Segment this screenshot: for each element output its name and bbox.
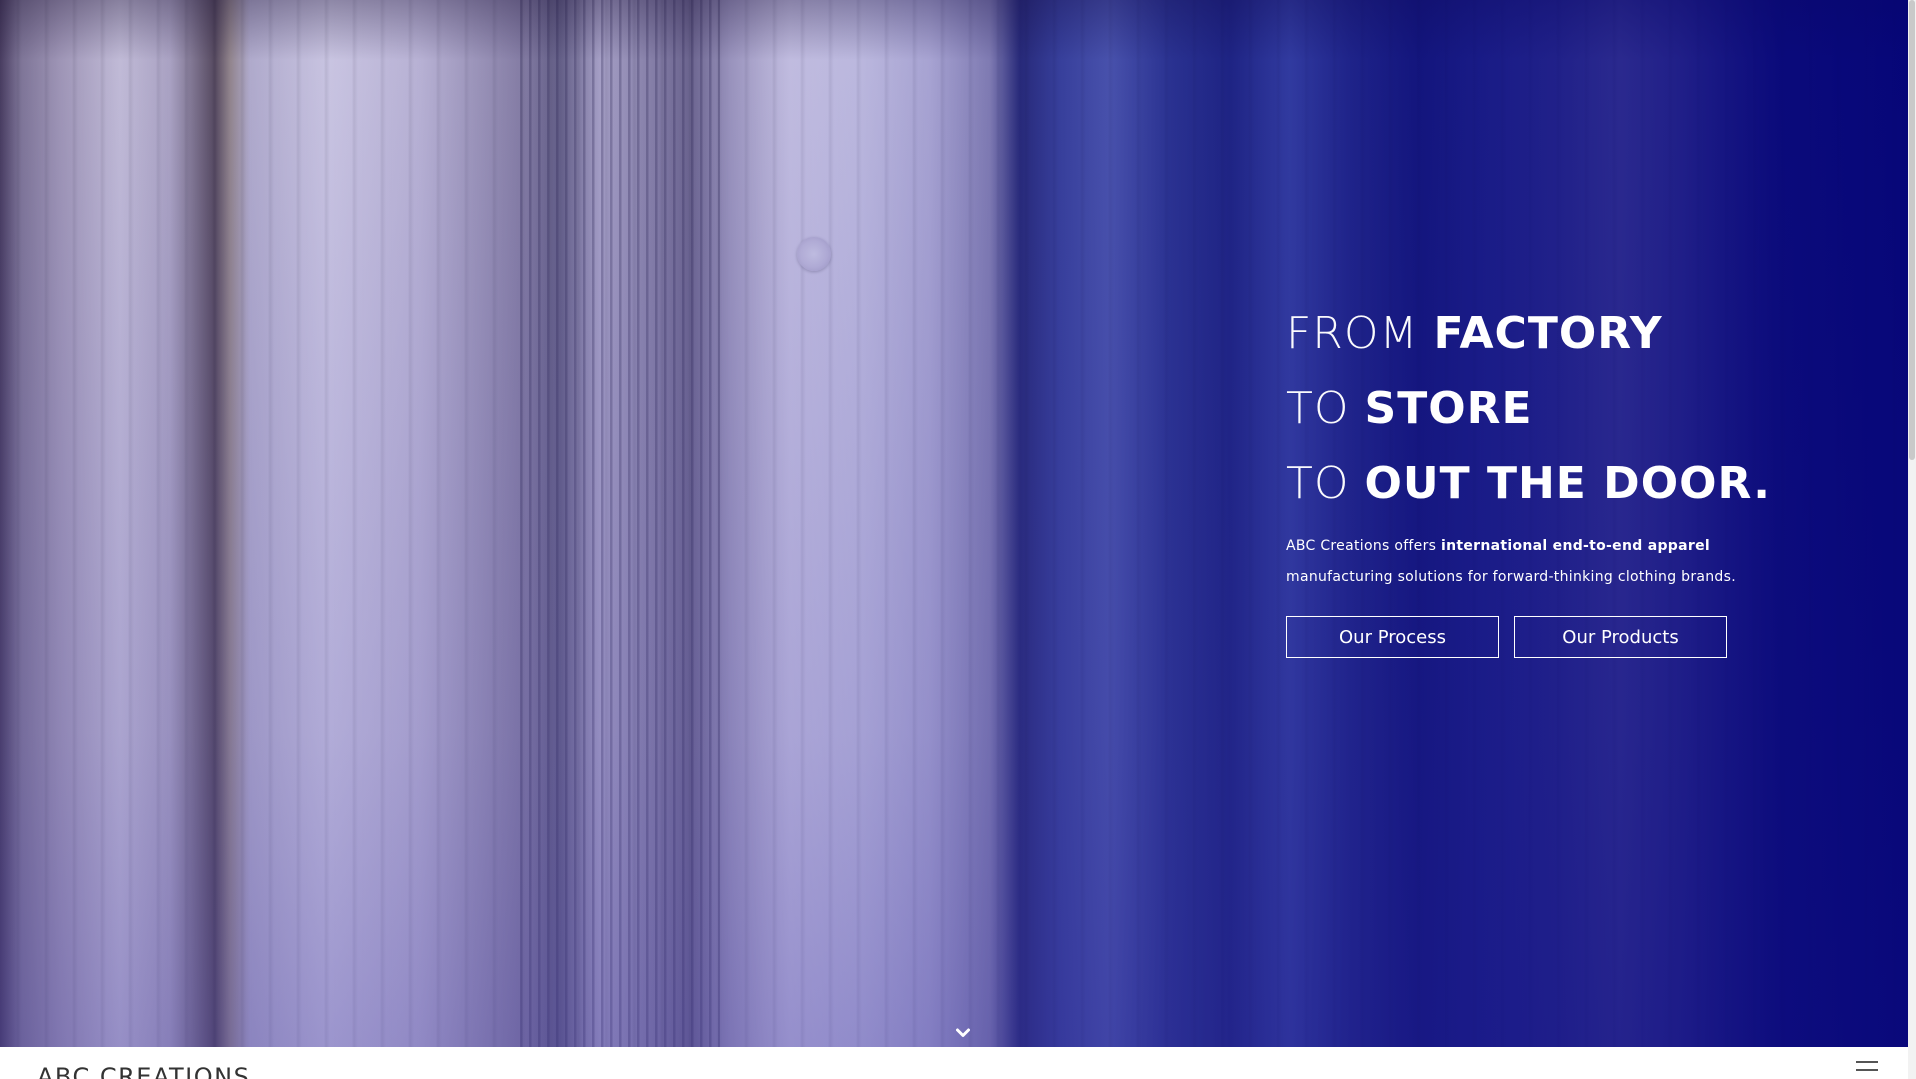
hero-section: FROM FACTORY TO STORE TO OUT THE DOOR. A…: [0, 0, 1908, 1047]
our-products-button[interactable]: Our Products: [1514, 616, 1727, 658]
menu-line: [1856, 1069, 1878, 1071]
cta-row: Our Process Our Products: [1286, 616, 1806, 658]
page-scrollbar[interactable]: [1908, 0, 1916, 1079]
brand-logo-text[interactable]: ABC CREATIONS: [37, 1063, 250, 1079]
headline-line-3: TO OUT THE DOOR.: [1286, 446, 1806, 521]
tagline-suffix: manufacturing solutions for forward-thin…: [1286, 569, 1736, 585]
site-header: ABC CREATIONS: [0, 1047, 1908, 1079]
hero-tagline: ABC Creations offers international end-t…: [1286, 531, 1806, 593]
headline-line-2-light: TO: [1286, 383, 1365, 434]
hamburger-menu-icon[interactable]: [1856, 1061, 1878, 1079]
headline-line-2: TO STORE: [1286, 371, 1806, 446]
hero-headline: FROM FACTORY TO STORE TO OUT THE DOOR.: [1286, 296, 1806, 521]
hero-copy: FROM FACTORY TO STORE TO OUT THE DOOR. A…: [1286, 296, 1806, 658]
headline-line-1-light: FROM: [1286, 308, 1434, 359]
tagline-prefix: ABC Creations offers: [1286, 538, 1441, 554]
scrollbar-thumb[interactable]: [1909, 0, 1915, 460]
headline-line-3-strong: OUT THE DOOR.: [1364, 458, 1771, 509]
menu-line: [1856, 1061, 1878, 1063]
headline-line-1: FROM FACTORY: [1286, 296, 1806, 371]
headline-line-1-strong: FACTORY: [1433, 308, 1663, 359]
our-process-button[interactable]: Our Process: [1286, 616, 1499, 658]
headline-line-3-light: TO: [1286, 458, 1365, 509]
tagline-emphasis: international end-to-end apparel: [1440, 538, 1710, 554]
headline-line-2-strong: STORE: [1364, 383, 1533, 434]
chevron-down-icon[interactable]: [954, 1026, 972, 1040]
